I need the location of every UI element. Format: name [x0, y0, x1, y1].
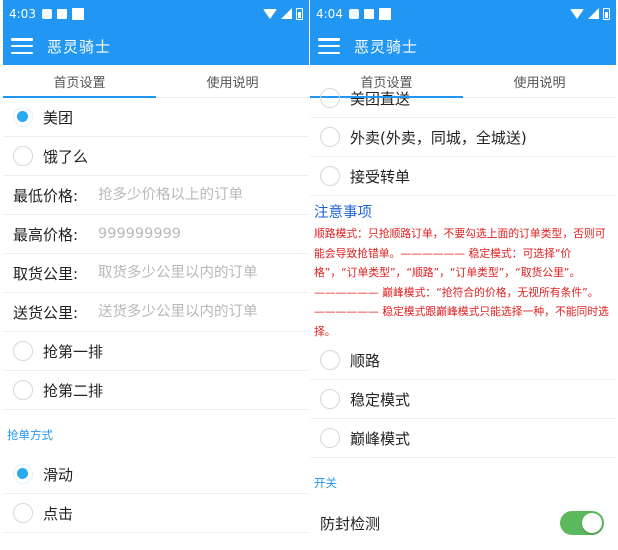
radio-button[interactable]: [13, 503, 33, 523]
radio-takeout[interactable]: 外卖(外卖，同城，全城送): [310, 118, 616, 157]
square-notification-icon: [71, 7, 84, 20]
radio-label: 点击: [43, 504, 74, 523]
notification-icon: [41, 8, 52, 19]
notice-text: 顺路模式：只抢顺路订单，不要勾选上面的订单类型，否则可能会导致抢错单。—————…: [314, 227, 609, 338]
max-price-field: 最高价格:: [3, 215, 309, 254]
radio-label: 巅峰模式: [350, 429, 411, 448]
radio-button[interactable]: [13, 107, 33, 127]
pickup-distance-field: 取货公里:: [3, 254, 309, 293]
radio-eleme[interactable]: 饿了么: [3, 137, 309, 176]
radio-button[interactable]: [13, 341, 33, 361]
field-label: 送货公里:: [13, 303, 79, 322]
status-bar: 4:04: [310, 0, 616, 27]
radio-accept-transfer[interactable]: 接受转单: [310, 157, 616, 196]
square-notification-icon: [378, 7, 391, 20]
radio-peak-mode[interactable]: 巅峰模式: [310, 419, 616, 458]
radio-stable-mode[interactable]: 稳定模式: [310, 380, 616, 419]
right-screen: 4:04 恶灵骑士 首页设置 使用说明 美团直送 外卖(外卖，同城，全城送) 接…: [310, 0, 616, 550]
radio-label: 抢第一排: [43, 342, 104, 361]
app-title: 恶灵骑士: [354, 37, 419, 56]
menu-icon[interactable]: [318, 38, 340, 54]
radio-meituan[interactable]: 美团: [3, 98, 309, 137]
radio-button[interactable]: [320, 428, 340, 448]
status-time: 4:03: [9, 6, 36, 21]
wifi-icon: [263, 8, 277, 19]
radio-button[interactable]: [320, 166, 340, 186]
anti-ban-toggle[interactable]: [560, 511, 604, 535]
signal-icon: [281, 8, 292, 19]
notice-title: 注意事项: [314, 205, 372, 221]
radio-second-row[interactable]: 抢第二排: [3, 371, 309, 410]
app-bar: 恶灵骑士: [3, 27, 309, 65]
radio-first-row[interactable]: 抢第一排: [3, 332, 309, 371]
menu-icon[interactable]: [11, 38, 33, 54]
pickup-distance-input[interactable]: [98, 265, 298, 281]
status-bar: 4:03: [3, 0, 309, 27]
min-price-field: 最低价格:: [3, 176, 309, 215]
radio-label: 稳定模式: [350, 390, 411, 409]
radio-button[interactable]: [13, 146, 33, 166]
radio-label: 滑动: [43, 465, 74, 484]
radio-label: 美团: [43, 108, 74, 127]
notification-icon: [348, 8, 359, 19]
radio-label: 接受转单: [350, 167, 411, 186]
tab-instructions[interactable]: 使用说明: [156, 65, 309, 97]
radio-label: 抢第二排: [43, 381, 104, 400]
tab-instructions[interactable]: 使用说明: [463, 65, 616, 97]
app-notification-icon: [56, 8, 67, 19]
status-time: 4:04: [316, 6, 343, 21]
field-label: 最低价格:: [13, 186, 79, 205]
tab-bar: 首页设置 使用说明: [3, 65, 309, 98]
radio-label: 外卖(外卖，同城，全城送): [350, 128, 527, 147]
delivery-distance-field: 送货公里:: [3, 293, 309, 332]
tab-home-settings[interactable]: 首页设置: [3, 65, 156, 98]
radio-route-mode[interactable]: 顺路: [310, 341, 616, 380]
battery-icon: [603, 7, 610, 20]
radio-button[interactable]: [320, 389, 340, 409]
field-label: 最高价格:: [13, 225, 79, 244]
radio-button[interactable]: [320, 88, 340, 108]
radio-button[interactable]: [13, 464, 33, 484]
radio-swipe[interactable]: 滑动: [3, 455, 309, 494]
delivery-distance-input[interactable]: [98, 304, 298, 320]
radio-label: 顺路: [350, 351, 381, 370]
max-price-input[interactable]: [98, 226, 298, 242]
anti-ban-row: 防封检测: [310, 503, 616, 543]
wifi-icon: [570, 8, 584, 19]
tab-bar: 首页设置 使用说明: [310, 65, 616, 98]
radio-button[interactable]: [320, 127, 340, 147]
switch-section-label: 开关: [314, 476, 337, 490]
toggle-knob: [582, 513, 602, 533]
radio-tap[interactable]: 点击: [3, 494, 309, 533]
field-label: 取货公里:: [13, 264, 79, 283]
app-title: 恶灵骑士: [47, 37, 112, 56]
radio-label: 饿了么: [43, 147, 89, 166]
grab-method-section-label: 抢单方式: [7, 428, 53, 442]
app-bar: 恶灵骑士: [310, 27, 616, 65]
anti-ban-label: 防封检测: [320, 514, 381, 533]
signal-icon: [588, 8, 599, 19]
app-notification-icon: [363, 8, 374, 19]
radio-button[interactable]: [320, 350, 340, 370]
min-price-input[interactable]: [98, 187, 298, 203]
battery-icon: [296, 7, 303, 20]
radio-button[interactable]: [13, 380, 33, 400]
left-screen: 4:03 恶灵骑士 首页设置 使用说明 美团 饿了么 最低价格: 最高价格: 取…: [3, 0, 309, 550]
